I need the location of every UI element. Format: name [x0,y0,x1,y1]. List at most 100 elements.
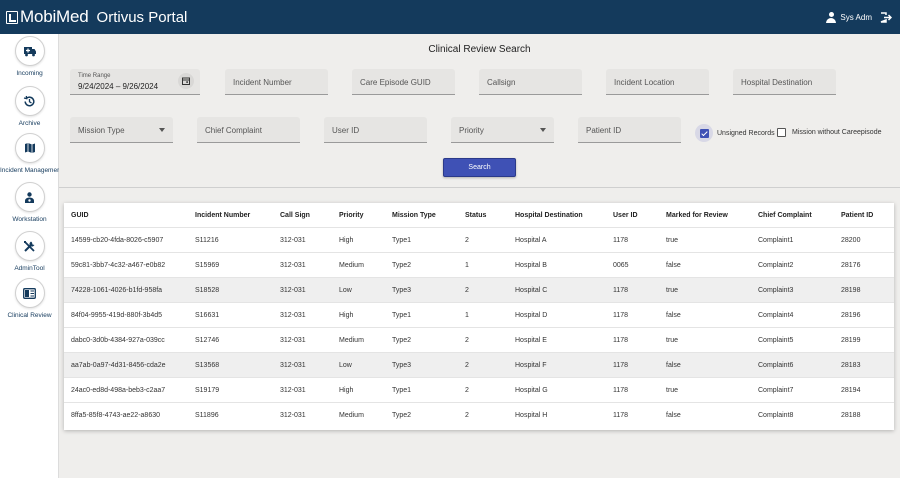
sidebar: Incoming Archive Incident Management Wor… [0,34,63,478]
time-range-field[interactable]: Time Range 9/24/2024 – 9/26/2024 [70,69,200,95]
search-button[interactable]: Search [443,158,516,177]
incident-location-field[interactable]: Incident Location [606,69,709,95]
cell-chief-complaint: Complaint8 [758,411,794,419]
cell-hospital-destination: Hospital B [515,261,547,269]
divider [59,187,900,188]
table-row[interactable]: 59c81-3bb7-4c32-a467-e0b82 S15969 312-031 M… [64,252,894,277]
portal-title: Ortivus Portal [96,8,188,26]
user-name[interactable]: Sys Adm [840,13,872,22]
mobimed-logo: MobiMed [6,7,89,27]
cell-call-sign: 312-031 [280,336,306,344]
table-row[interactable]: 14599-cb20-4fda-8026-c5907 S11216 312-031 H… [64,227,894,252]
cell-priority: High [339,236,354,244]
cell-guid: 74228-1061-4026-b1fd-958fa [71,286,163,294]
cell-chief-complaint: Complaint4 [758,311,794,319]
cell-hospital-destination: Hospital C [515,286,548,294]
cell-chief-complaint: Complaint1 [758,236,794,244]
history-icon [23,95,35,107]
cell-marked-for-review: true [666,236,679,244]
cell-guid: 8ffa5-85f8-4743-ae22-a8630 [71,411,161,419]
cell-hospital-destination: Hospital G [515,386,548,394]
sidebar-item-label: Archive [18,120,41,127]
checkbox-unchecked-icon[interactable] [777,128,786,137]
cell-incident-number: S11216 [195,236,219,244]
user-id-field[interactable]: User ID [324,117,427,143]
patient-id-placeholder: Patient ID [586,126,622,135]
unsigned-records-label: Unsigned Records [717,129,775,137]
cell-hospital-destination: Hospital H [515,411,548,419]
page-title: Clinical Review Search [428,44,531,55]
chief-complaint-field[interactable]: Chief Complaint [197,117,300,143]
cell-call-sign: 312-031 [280,386,306,394]
sidebar-item-incident-management[interactable]: Incident Management [0,133,63,174]
table-row[interactable]: 84f04-9955-419d-880f-3b4d5 S16631 312-031 H… [64,302,894,327]
workstation-icon [25,191,34,203]
cell-marked-for-review: true [666,386,679,394]
mission-without-careepisode-checkbox[interactable]: Mission without Careepisode [777,128,882,137]
hospital-destination-field[interactable]: Hospital Destination [733,69,836,95]
cell-hospital-destination: Hospital D [515,311,548,319]
cell-incident-number: S11896 [195,411,219,419]
mission-without-careepisode-label: Mission without Careepisode [792,129,882,136]
top-bar: MobiMed Ortivus Portal Sys Adm [0,0,900,34]
logout-icon[interactable] [880,11,892,23]
hospital-destination-placeholder: Hospital Destination [741,78,813,87]
sidebar-item-label: AdminTool [14,265,45,272]
user-id-placeholder: User ID [332,126,360,135]
cell-incident-number: S16631 [195,311,220,319]
chief-complaint-placeholder: Chief Complaint [205,126,262,135]
table-row[interactable]: 8ffa5-85f8-4743-ae22-a8630 S11896 312-031 M… [64,402,894,427]
cell-hospital-destination: Hospital E [515,336,547,344]
chevron-down-icon [540,128,546,132]
mission-type-select[interactable]: Mission Type [70,117,173,143]
cell-guid: 14599-cb20-4fda-8026-c5907 [71,236,164,244]
tools-icon [24,240,35,252]
cell-call-sign: 312-031 [280,261,306,269]
cell-incident-number: S15969 [195,261,220,269]
column-header-call-sign: Call Sign [280,211,310,219]
time-range-label: Time Range [78,73,111,79]
sidebar-item-clinical-review[interactable]: Clinical Review [0,278,59,319]
logo-text: MobiMed [20,7,89,26]
table-row[interactable]: 24ac0-ed8d-498a-beb3-c2aa7 S19179 312-031 H… [64,377,894,402]
cell-call-sign: 312-031 [280,286,306,294]
calendar-icon[interactable] [178,73,194,89]
time-range-value[interactable]: 9/24/2024 – 9/26/2024 [78,82,158,91]
cell-status: 2 [465,336,469,344]
cell-patient-id: 28176 [841,261,861,269]
table-row[interactable]: dabc0-3d0b-4384-927a-039cc S12746 312-031 M… [64,327,894,352]
cell-status: 2 [465,286,469,294]
cell-guid: 24ac0-ed8d-498a-beb3-c2aa7 [71,386,166,394]
sidebar-item-incoming[interactable]: Incoming [0,36,59,77]
cell-priority: Low [339,361,352,369]
care-episode-guid-field[interactable]: Care Episode GUID [352,69,455,95]
cell-status: 2 [465,236,469,244]
cell-user-id: 1178 [613,286,629,294]
cell-mission-type: Type2 [392,336,412,344]
callsign-field[interactable]: Callsign [479,69,582,95]
table-row[interactable]: 74228-1061-4026-b1fd-958fa S18528 312-031 L… [64,277,894,302]
cell-marked-for-review: false [666,311,681,319]
cell-chief-complaint: Complaint6 [758,361,794,369]
chevron-down-icon [159,128,165,132]
patient-id-field[interactable]: Patient ID [578,117,681,143]
unsigned-records-checkbox[interactable]: Unsigned Records [695,124,775,142]
sidebar-item-admintool[interactable]: AdminTool [0,231,59,272]
column-header-user-id: User ID [613,211,638,219]
sidebar-item-archive[interactable]: Archive [0,86,59,127]
cell-user-id: 0065 [613,261,629,269]
cell-guid: dabc0-3d0b-4384-927a-039cc [71,336,165,344]
ambulance-icon [23,47,36,57]
sidebar-item-workstation[interactable]: Workstation [0,182,59,223]
column-header-guid: GUID [71,211,89,219]
checkbox-checked-icon[interactable] [699,128,709,138]
table-header: GUID Incident Number Call Sign Priority Miss… [64,203,894,227]
cell-status: 1 [465,261,469,269]
cell-priority: Low [339,286,352,294]
cell-call-sign: 312-031 [280,236,306,244]
column-header-incident-number: Incident Number [195,211,251,219]
user-icon [826,11,837,23]
incident-number-field[interactable]: Incident Number [225,69,328,95]
table-row[interactable]: aa7ab-0a97-4d31-8456-cda2e S13568 312-031 L… [64,352,894,377]
priority-select[interactable]: Priority [451,117,554,143]
